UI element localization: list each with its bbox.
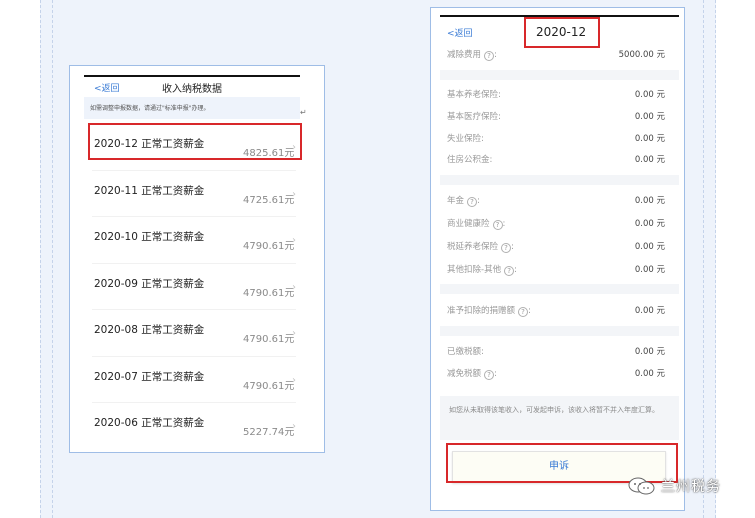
help-icon[interactable]: ? (518, 307, 529, 317)
page-title: 收入纳税数据 (162, 84, 222, 95)
chevron-right-icon: › (292, 188, 296, 200)
chevron-left-icon: < (447, 29, 455, 39)
back-label: 返回 (454, 29, 473, 39)
section-divider (440, 175, 679, 185)
row-label: 失业保险: (447, 134, 484, 144)
donation-row: 准予扣除的捐赠额?: 0.00 元 (447, 306, 665, 317)
insurance-row: 基本医疗保险: 0.00 元 (447, 110, 669, 124)
highlight-box (524, 17, 600, 48)
help-icon[interactable]: ? (501, 243, 512, 253)
watermark-text: 兰州税务 (661, 479, 721, 495)
dashed-divider (40, 0, 41, 518)
list-item[interactable]: 2020-09 正常工资薪金 4790.61元 › (84, 262, 300, 310)
section-divider (440, 326, 679, 336)
insurance-row: 基本养老保险: 0.00 元 (447, 88, 669, 102)
back-label: 返回 (101, 84, 120, 94)
row-label: 年金 (447, 196, 465, 206)
status-bar (84, 75, 300, 77)
income-detail-screen: <返回 2020-12 减除费用?: 5000.00 元 基本养老保险: 0.0… (430, 7, 685, 511)
list-item-amount: 5227.74元 (243, 427, 295, 438)
row-value: 0.00 元 (634, 134, 665, 144)
dashed-divider (703, 0, 704, 518)
row-value: 0.00 元 (634, 265, 665, 275)
chevron-right-icon: › (292, 235, 296, 246)
row-label: 税延养老保险 (447, 242, 499, 252)
list-item[interactable]: 2020-10 正常工资薪金 4790.61元 › (84, 216, 300, 263)
back-button[interactable]: <返回 (94, 81, 120, 94)
dashed-divider (52, 0, 53, 518)
row-value: 0.00 元 (634, 306, 665, 316)
other-deduction-row: 其他扣除-其他?: 0.00 元 (447, 265, 665, 276)
chevron-right-icon: › (292, 281, 296, 293)
list-item[interactable]: 2020-08 正常工资薪金 4790.61元 › (84, 309, 300, 356)
insurance-row: 住房公积金: 0.00 元 (447, 153, 669, 167)
list-item[interactable]: 2020-06 正常工资薪金 5227.74元 › (84, 402, 300, 449)
list-item[interactable]: 2020-07 正常工资薪金 4790.61元 › (84, 355, 300, 403)
row-label: 减免税额 (447, 369, 482, 379)
list-item-label: 2020-08 正常工资薪金 (94, 324, 205, 336)
other-deduction-row: 税延养老保险?: 0.00 元 (447, 242, 665, 253)
row-value: 0.00 元 (634, 155, 665, 165)
row-label: 基本医疗保险: (447, 112, 501, 122)
list-item-amount: 4725.61元 (243, 194, 295, 206)
help-icon[interactable]: ? (467, 197, 478, 207)
row-label: 住房公积金: (447, 155, 493, 165)
row-value: 0.00 元 (634, 112, 665, 122)
row-value: 5000.00 元 (618, 50, 665, 60)
list-item-label: 2020-06 正常工资薪金 (94, 417, 205, 429)
notice-banner: 如需调整申报数据，请通过"标准申报"办理。 (84, 97, 300, 119)
row-label: 已缴税额: (447, 347, 484, 357)
help-icon[interactable]: ? (504, 266, 515, 276)
row-value: 0.00 元 (634, 347, 665, 357)
chevron-right-icon: › (292, 328, 296, 339)
tax-row: 已缴税额: 0.00 元 (447, 345, 669, 359)
chevron-right-icon: › (292, 374, 296, 386)
other-deduction-row: 商业健康险?: 0.00 元 (447, 219, 665, 230)
list-item-label: 2020-07 正常工资薪金 (94, 370, 205, 383)
row-label: 其他扣除-其他 (447, 265, 502, 275)
row-value: 0.00 元 (634, 369, 665, 379)
row-label: 基本养老保险: (447, 90, 501, 100)
help-icon[interactable]: ? (484, 370, 495, 380)
return-icon: ↵ (300, 108, 307, 117)
dashed-divider (715, 0, 716, 518)
row-label: 减除费用 (447, 50, 482, 60)
insurance-row: 失业保险: 0.00 元 (447, 132, 669, 146)
list-item-amount: 4790.61元 (243, 287, 295, 299)
section-divider (440, 70, 679, 80)
section-divider (440, 284, 679, 294)
tax-row: 减免税额?: 0.00 元 (447, 369, 665, 380)
help-icon[interactable]: ? (484, 51, 495, 61)
wechat-icon (628, 477, 655, 495)
list-item-amount: 4790.61元 (243, 380, 295, 392)
row-label: 准予扣除的捐赠额 (447, 306, 516, 316)
deduction-row: 减除费用?: 5000.00 元 (447, 50, 665, 61)
help-icon[interactable]: ? (492, 220, 503, 230)
list-item-label: 2020-10 正常工资薪金 (94, 231, 205, 243)
row-value: 0.00 元 (634, 196, 665, 206)
appeal-notice: 如您从未取得该笔收入，可发起申诉，该收入将暂不并入年度汇算。 (440, 396, 679, 440)
income-list: 2020-12 正常工资薪金 4825.61元 › 2020-11 正常工资薪金… (84, 123, 300, 449)
back-button[interactable]: <返回 (447, 26, 473, 39)
list-item[interactable]: 2020-11 正常工资薪金 4725.61元 › (84, 169, 300, 217)
chevron-right-icon: › (292, 421, 296, 432)
list-item-amount: 4790.61元 (243, 334, 295, 345)
chevron-left-icon: < (94, 84, 102, 94)
watermark: 兰州税务 (627, 473, 737, 497)
list-item-amount: 4790.61元 (243, 241, 295, 252)
list-item-label: 2020-09 正常工资薪金 (94, 277, 205, 290)
row-value: 0.00 元 (634, 219, 665, 229)
other-deduction-row: 年金?: 0.00 元 (447, 196, 665, 207)
row-label: 商业健康险 (447, 219, 490, 229)
row-value: 0.00 元 (634, 90, 665, 100)
highlight-box (88, 123, 302, 160)
row-value: 0.00 元 (634, 242, 665, 252)
list-item-label: 2020-11 正常工资薪金 (94, 184, 205, 197)
